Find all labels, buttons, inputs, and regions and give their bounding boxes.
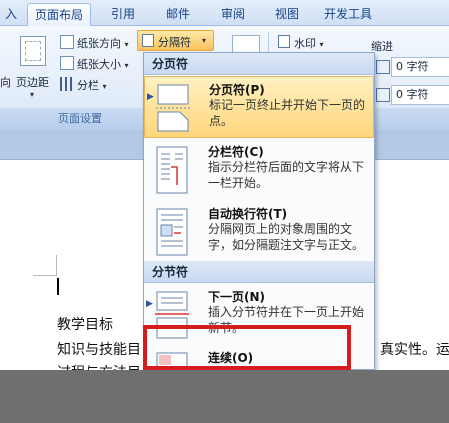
menu-item-title: 自动换行符(T) <box>208 207 288 221</box>
menu-item-page-break[interactable]: ▶ 分页符(P) 标记一页终止并开始下一页的点。 <box>144 76 374 138</box>
breaks-dropdown-menu: 分页符 ▶ 分页符(P) 标记一页终止并开始下一页的点。 分栏符(C) 指示分栏… <box>143 52 375 370</box>
breaks-label: 分隔符 <box>158 36 191 49</box>
chevron-down-icon: ▾ <box>102 82 107 91</box>
watermark-button[interactable]: 水印 ▾ <box>294 35 324 51</box>
menu-item-desc: 标记一页终止并开始下一页的点。 <box>209 98 366 128</box>
chevron-down-icon: ▾ <box>202 36 207 45</box>
tab-review[interactable]: 审阅 <box>210 3 256 26</box>
columns-icon <box>60 77 74 91</box>
menu-item-desc: 指示分栏符后面的文字将从下一栏开始。 <box>208 160 365 190</box>
highlight-annotation-box <box>143 325 351 370</box>
doc-line-2: 知识与技能目 <box>57 342 141 358</box>
tab-developer[interactable]: 开发工具 <box>316 3 380 26</box>
menu-item-title: 分栏符(C) <box>208 145 264 159</box>
chevron-down-icon: ▾ <box>124 40 129 49</box>
margins-button[interactable]: 页边距 <box>16 74 49 90</box>
dim-overlay <box>0 370 449 423</box>
breaks-icon <box>142 34 154 47</box>
paper-size-icon <box>60 56 74 70</box>
chevron-down-icon: ▾ <box>319 40 324 49</box>
indent-right-icon <box>376 88 390 102</box>
section-header-page-breaks: 分页符 <box>144 53 374 75</box>
margins-icon <box>20 36 46 66</box>
paper-size-label: 纸张大小 <box>77 58 121 71</box>
pointer-arrow-icon: ▶ <box>146 299 153 309</box>
orientation-label-fragment: 向 <box>0 76 11 89</box>
indent-left-field[interactable]: 0 字符 <box>391 57 449 77</box>
doc-line-1: 教学目标 <box>57 317 113 333</box>
menu-item-title: 下一页(N) <box>208 290 266 304</box>
tab-view[interactable]: 视图 <box>264 3 310 26</box>
chevron-down-icon: ▾ <box>30 90 35 99</box>
ribbon-tab-bar: 入 页面布局 引用 邮件 审阅 视图 开发工具 <box>0 0 449 26</box>
tab-references[interactable]: 引用 <box>100 3 146 26</box>
tab-insert[interactable]: 入 <box>0 3 22 26</box>
columns-label: 分栏 <box>77 79 99 92</box>
column-break-icon <box>156 146 188 194</box>
breaks-button[interactable]: 分隔符 ▾ <box>137 30 214 51</box>
menu-item-column-break[interactable]: 分栏符(C) 指示分栏符后面的文字将从下一栏开始。 <box>144 139 374 201</box>
menu-item-text-wrapping-break[interactable]: 自动换行符(T) 分隔网页上的对象周围的文字，如分隔题注文字与正文。 <box>144 201 374 263</box>
page-break-icon <box>156 84 190 132</box>
text-cursor <box>57 278 59 295</box>
orientation-icon <box>60 35 74 49</box>
indent-right-field[interactable]: 0 字符 <box>391 85 449 105</box>
chevron-down-icon: ▾ <box>124 61 129 70</box>
page-corner-mark <box>56 255 57 275</box>
group-page-setup-label: 页面设置 <box>0 108 160 130</box>
watermark-icon <box>278 35 290 48</box>
paper-orientation-label: 纸张方向 <box>77 37 121 50</box>
page-corner-mark <box>33 275 57 276</box>
paper-size-button[interactable]: 纸张大小 ▾ <box>77 56 129 72</box>
tab-page-layout[interactable]: 页面布局 <box>27 3 91 26</box>
menu-item-desc: 分隔网页上的对象周围的文字，如分隔题注文字与正文。 <box>208 222 365 252</box>
pointer-arrow-icon: ▶ <box>147 92 154 102</box>
text-wrapping-break-icon <box>156 208 188 256</box>
section-header-section-breaks: 分节符 <box>144 261 374 283</box>
indent-left-icon <box>376 60 390 74</box>
paper-orientation-button[interactable]: 纸张方向 ▾ <box>77 35 129 51</box>
watermark-label: 水印 <box>294 37 316 50</box>
tab-mailings[interactable]: 邮件 <box>155 3 201 26</box>
menu-item-title: 分页符(P) <box>209 83 265 97</box>
doc-line-2-right: 真实性。运 <box>380 342 449 358</box>
columns-button[interactable]: 分栏 ▾ <box>77 77 107 93</box>
